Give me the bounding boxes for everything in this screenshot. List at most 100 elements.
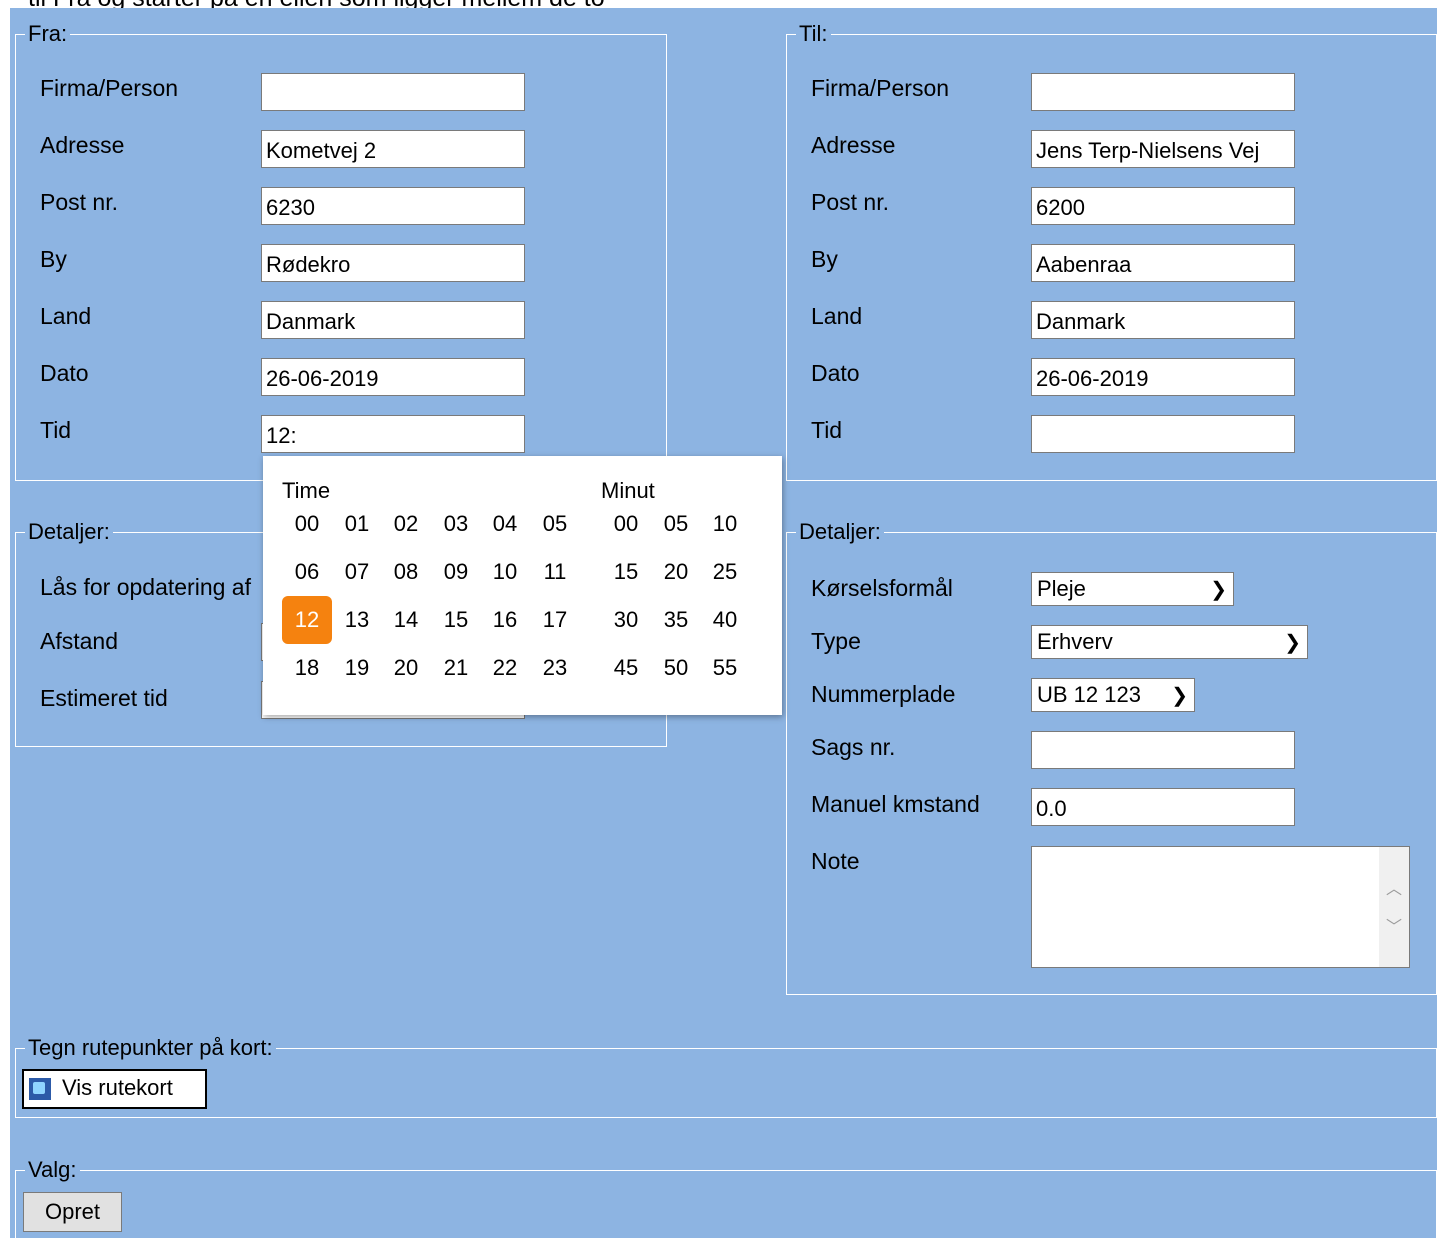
til-dato-field[interactable] (1031, 358, 1295, 396)
hour-option-08[interactable]: 08 (385, 552, 427, 592)
hour-option-14[interactable]: 14 (385, 600, 427, 640)
til-by-label: By (811, 246, 838, 272)
korselsformal-label: Kørselsformål (811, 575, 953, 601)
til-land-label: Land (811, 303, 863, 329)
type-label: Type (811, 628, 861, 654)
fra-tid-field[interactable] (261, 415, 525, 453)
til-adresse-label: Adresse (811, 132, 896, 158)
minute-option-20[interactable]: 20 (655, 552, 697, 592)
sags-nr-label: Sags nr. (811, 734, 896, 760)
hour-option-02[interactable]: 02 (385, 504, 427, 544)
fra-land-field[interactable] (261, 301, 525, 339)
chevron-up-icon[interactable]: ︿ (1386, 875, 1402, 899)
minute-option-05[interactable]: 05 (655, 504, 697, 544)
type-select[interactable]: Erhverv ❯ (1031, 625, 1308, 659)
map-icon (29, 1078, 51, 1100)
minute-option-15[interactable]: 15 (605, 552, 647, 592)
hour-option-11[interactable]: 11 (534, 552, 576, 592)
minute-option-00[interactable]: 00 (605, 504, 647, 544)
opret-button[interactable]: Opret (23, 1192, 122, 1232)
til-post-nr-field[interactable] (1031, 187, 1295, 225)
lock-update-label: Lås for opdatering af (40, 574, 251, 600)
hour-option-13[interactable]: 13 (336, 600, 378, 640)
rute-legend: Tegn rutepunkter på kort: (25, 1035, 276, 1061)
fra-tid-label: Tid (40, 417, 72, 443)
hour-option-20[interactable]: 20 (385, 648, 427, 688)
hour-option-10[interactable]: 10 (484, 552, 526, 592)
fra-legend: Fra: (25, 21, 71, 47)
minute-option-10[interactable]: 10 (704, 504, 746, 544)
til-firma-person-field[interactable] (1031, 73, 1295, 111)
note-label: Note (811, 848, 860, 874)
til-by-field[interactable] (1031, 244, 1295, 282)
minute-option-45[interactable]: 45 (605, 648, 647, 688)
estimeret-tid-label: Estimeret tid (40, 685, 168, 711)
chevron-down-icon: ❯ (1284, 632, 1301, 654)
chevron-down-icon[interactable]: ﹀ (1386, 913, 1402, 937)
top-cut-text: til Fra og starter på en ellen som ligge… (0, 0, 1437, 8)
minute-option-50[interactable]: 50 (655, 648, 697, 688)
nummerplade-value: UB 12 123 (1037, 682, 1141, 707)
fra-land-label: Land (40, 303, 92, 329)
minute-header: Minut (601, 478, 655, 503)
hour-option-23[interactable]: 23 (534, 648, 576, 688)
chevron-down-icon: ❯ (1210, 579, 1227, 601)
sags-nr-field[interactable] (1031, 731, 1295, 769)
til-legend: Til: (796, 21, 831, 47)
hour-option-22[interactable]: 22 (484, 648, 526, 688)
manuel-kmstand-field[interactable] (1031, 788, 1295, 826)
hour-option-15[interactable]: 15 (435, 600, 477, 640)
detaljer-left-legend: Detaljer: (25, 519, 113, 545)
hour-option-17[interactable]: 17 (534, 600, 576, 640)
til-firma-person-label: Firma/Person (811, 75, 950, 101)
fra-adresse-field[interactable] (261, 130, 525, 168)
til-dato-label: Dato (811, 360, 860, 386)
fra-by-label: By (40, 246, 67, 272)
korselsformal-select[interactable]: Pleje ❯ (1031, 572, 1234, 606)
minute-option-35[interactable]: 35 (655, 600, 697, 640)
time-header: Time (282, 478, 331, 503)
hour-option-19[interactable]: 19 (336, 648, 378, 688)
hour-option-05[interactable]: 05 (534, 504, 576, 544)
valg-legend: Valg: (25, 1157, 80, 1183)
hour-option-18[interactable]: 18 (286, 648, 328, 688)
chevron-down-icon: ❯ (1171, 685, 1188, 707)
note-textarea[interactable]: ︿ ﹀ (1031, 846, 1410, 968)
hour-option-00[interactable]: 00 (286, 504, 328, 544)
til-adresse-field[interactable] (1031, 130, 1295, 168)
type-value: Erhverv (1037, 629, 1113, 654)
hour-option-06[interactable]: 06 (286, 552, 328, 592)
fra-firma-person-field[interactable] (261, 73, 525, 111)
time-picker-popup: Time Minut 00 01 02 03 04 05 06 07 08 09 10 11 12 13 1… (263, 456, 782, 715)
hour-option-07[interactable]: 07 (336, 552, 378, 592)
fra-adresse-label: Adresse (40, 132, 125, 158)
detaljer-right-legend: Detaljer: (796, 519, 884, 545)
hour-option-04[interactable]: 04 (484, 504, 526, 544)
nummerplade-select[interactable]: UB 12 123 ❯ (1031, 678, 1195, 712)
nummerplade-label: Nummerplade (811, 681, 956, 707)
hour-option-16[interactable]: 16 (484, 600, 526, 640)
valg-fieldset: Valg: (15, 1157, 1437, 1250)
hour-option-21[interactable]: 21 (435, 648, 477, 688)
afstand-label: Afstand (40, 628, 118, 654)
fra-by-field[interactable] (261, 244, 525, 282)
fra-firma-person-label: Firma/Person (40, 75, 179, 101)
manuel-kmstand-label: Manuel kmstand (811, 791, 980, 817)
vis-rutekort-button[interactable]: Vis rutekort (22, 1069, 207, 1109)
vis-rutekort-label: Vis rutekort (62, 1075, 173, 1100)
til-tid-field[interactable] (1031, 415, 1295, 453)
rute-fieldset: Tegn rutepunkter på kort: (15, 1035, 1437, 1118)
fra-dato-field[interactable] (261, 358, 525, 396)
til-land-field[interactable] (1031, 301, 1295, 339)
note-scrollbar[interactable]: ︿ ﹀ (1379, 847, 1409, 967)
fra-post-nr-field[interactable] (261, 187, 525, 225)
minute-option-25[interactable]: 25 (704, 552, 746, 592)
hour-option-09[interactable]: 09 (435, 552, 477, 592)
til-tid-label: Tid (811, 417, 843, 443)
hour-option-03[interactable]: 03 (435, 504, 477, 544)
minute-option-55[interactable]: 55 (704, 648, 746, 688)
minute-option-40[interactable]: 40 (704, 600, 746, 640)
hour-option-01[interactable]: 01 (336, 504, 378, 544)
hour-option-12[interactable]: 12 (282, 596, 332, 644)
minute-option-30[interactable]: 30 (605, 600, 647, 640)
